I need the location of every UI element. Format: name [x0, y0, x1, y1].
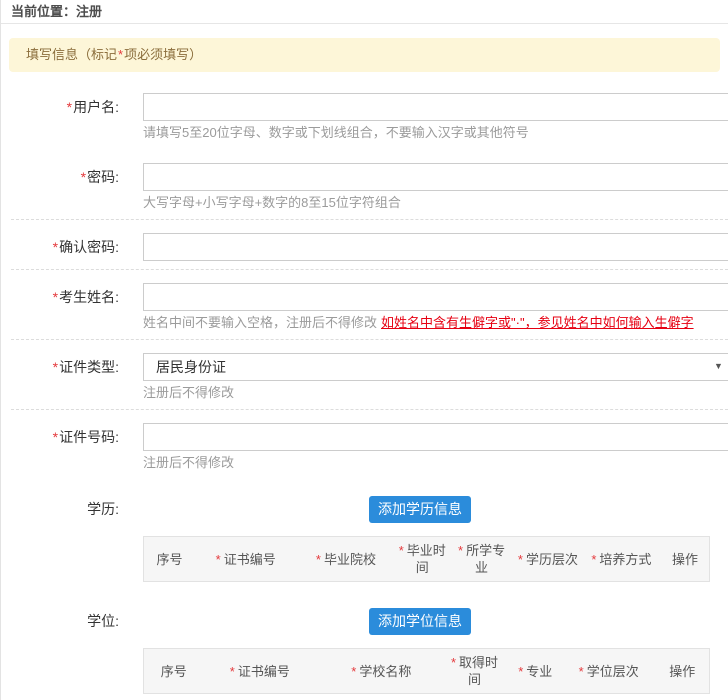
- field-row-username: *用户名: 请填写5至20位字母、数字或下划线组合，不要输入汉字或其他符号: [1, 93, 728, 141]
- candidate-name-input[interactable]: [143, 283, 728, 311]
- column-header-major-studied: *所学专业: [452, 538, 511, 580]
- breadcrumb-text: 当前位置：注册: [11, 4, 102, 19]
- column-header-seq: 序号: [144, 659, 201, 684]
- degree-label: 学位:: [1, 608, 119, 635]
- rare-character-help-link[interactable]: 如姓名中含有生僻字或"·"，参见姓名中如何输入生僻字: [381, 315, 694, 330]
- confirm-password-input[interactable]: [143, 233, 728, 261]
- add-education-button[interactable]: 添加学历信息: [369, 496, 471, 523]
- field-row-id-type: *证件类型: 居民身份证 ▼ 注册后不得修改: [1, 353, 728, 401]
- column-header-school-name: *学校名称: [319, 659, 443, 684]
- education-section: 学历: 添加学历信息 序号 *证书编号 *毕业院校 *毕业时间 *所学专业 *学…: [1, 496, 728, 582]
- password-hint: 大写字母+小写字母+数字的8至15位字符组合: [143, 194, 728, 211]
- breadcrumb: 当前位置：注册: [1, 0, 728, 24]
- id-number-label: *证件号码:: [1, 423, 119, 471]
- column-header-actions: 操作: [658, 547, 709, 572]
- add-degree-button[interactable]: 添加学位信息: [369, 608, 471, 635]
- id-type-label: *证件类型:: [1, 353, 119, 401]
- registration-form: *用户名: 请填写5至20位字母、数字或下划线组合，不要输入汉字或其他符号 *密…: [1, 72, 728, 694]
- field-row-confirm-password: *确认密码:: [1, 233, 728, 261]
- degree-table-header: 序号 *证书编号 *学校名称 *取得时间 *专业 *学位层次 操作: [143, 648, 710, 694]
- id-number-hint: 注册后不得修改: [143, 454, 728, 471]
- field-row-password: *密码: 大写字母+小写字母+数字的8至15位字符组合: [1, 163, 728, 211]
- notice-text-prefix: 填写信息（标记: [26, 47, 117, 62]
- column-header-training-mode: *培养方式: [585, 547, 658, 572]
- education-table-header: 序号 *证书编号 *毕业院校 *毕业时间 *所学专业 *学历层次 *培养方式 操…: [143, 536, 710, 582]
- dashed-divider: [11, 269, 728, 270]
- id-type-hint: 注册后不得修改: [143, 384, 728, 401]
- password-input[interactable]: [143, 163, 728, 191]
- id-type-select[interactable]: 居民身份证: [143, 353, 728, 381]
- username-input[interactable]: [143, 93, 728, 121]
- required-star-icon: *: [53, 359, 58, 375]
- column-header-actions: 操作: [652, 659, 709, 684]
- id-number-input[interactable]: [143, 423, 728, 451]
- dashed-divider: [11, 409, 728, 410]
- degree-section: 学位: 添加学位信息 序号 *证书编号 *学校名称 *取得时间 *专业 *学位层…: [1, 608, 728, 694]
- required-star-icon: *: [53, 239, 58, 255]
- column-header-graduate-time: *毕业时间: [393, 538, 452, 580]
- required-star-icon: *: [81, 169, 86, 185]
- required-star-icon: *: [53, 289, 58, 305]
- candidate-name-hint: 姓名中间不要输入空格，注册后不得修改如姓名中含有生僻字或"·"，参见姓名中如何输…: [143, 314, 728, 331]
- registration-page: 当前位置：注册 填写信息（标记*项必须填写） *用户名: 请填写5至20位字母、…: [0, 0, 728, 700]
- field-row-id-number: *证件号码: 注册后不得修改: [1, 423, 728, 471]
- notice-text-suffix: 项必须填写）: [124, 47, 202, 62]
- dashed-divider: [11, 339, 728, 340]
- column-header-cert-number: *证书编号: [201, 659, 320, 684]
- required-star-icon: *: [53, 429, 58, 445]
- column-header-degree-level: *学位层次: [565, 659, 653, 684]
- dashed-divider: [11, 219, 728, 220]
- degree-table: 序号 *证书编号 *学校名称 *取得时间 *专业 *学位层次 操作: [143, 648, 710, 694]
- candidate-name-label: *考生姓名:: [1, 283, 119, 331]
- education-table: 序号 *证书编号 *毕业院校 *毕业时间 *所学专业 *学历层次 *培养方式 操…: [143, 536, 710, 582]
- column-header-education-level: *学历层次: [511, 547, 584, 572]
- education-label: 学历:: [1, 496, 119, 523]
- required-star-icon: *: [118, 47, 123, 62]
- required-star-icon: *: [67, 99, 72, 115]
- column-header-cert-number: *证书编号: [192, 547, 299, 572]
- password-label: *密码:: [1, 163, 119, 211]
- column-header-graduate-school: *毕业院校: [299, 547, 392, 572]
- username-hint: 请填写5至20位字母、数字或下划线组合，不要输入汉字或其他符号: [143, 124, 728, 141]
- notice-banner: 填写信息（标记*项必须填写）: [9, 38, 720, 72]
- field-row-candidate-name: *考生姓名: 姓名中间不要输入空格，注册后不得修改如姓名中含有生僻字或"·"，参…: [1, 283, 728, 331]
- username-label: *用户名:: [1, 93, 119, 141]
- column-header-seq: 序号: [144, 547, 192, 572]
- column-header-major: *专业: [506, 659, 565, 684]
- confirm-password-label: *确认密码:: [1, 233, 119, 261]
- column-header-obtain-time: *取得时间: [443, 650, 505, 692]
